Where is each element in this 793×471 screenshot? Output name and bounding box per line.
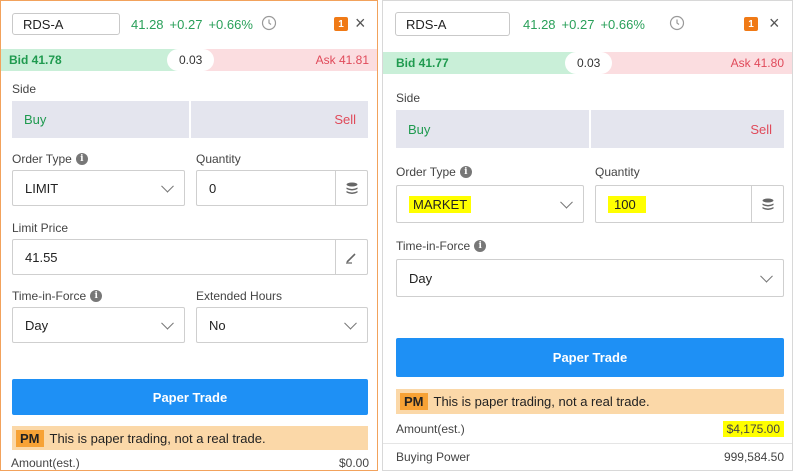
close-icon[interactable]: ×	[355, 14, 366, 32]
tif-label: Time-in-Force i	[396, 239, 487, 253]
tif-label: Time-in-Force i	[12, 289, 103, 303]
bid-ask-bar: Bid 41.77 Ask 41.80 0.03	[383, 52, 792, 74]
quantity-value: 100	[608, 195, 646, 213]
price-change: +0.27	[561, 17, 595, 32]
pm-badge: PM	[400, 393, 428, 410]
stack-icon[interactable]	[751, 186, 783, 222]
symbol-input[interactable]: RDS-A	[12, 13, 120, 35]
buying-power-value: 999,584.50	[723, 450, 784, 464]
chevron-down-icon	[344, 316, 357, 330]
divider	[383, 443, 792, 444]
chevron-down-icon	[161, 179, 174, 193]
paper-trading-notice-text: This is paper trading, not a real trade.	[49, 430, 266, 446]
amount-label: Amount(est.)	[11, 456, 80, 470]
sell-button[interactable]: Sell	[591, 110, 784, 148]
buy-button[interactable]: Buy	[12, 101, 189, 138]
chevron-down-icon	[760, 269, 773, 283]
order-type-label: Order Type i	[396, 165, 472, 179]
clock-icon[interactable]	[669, 15, 685, 31]
close-icon[interactable]: ×	[769, 14, 780, 32]
stack-icon[interactable]	[335, 171, 367, 205]
limit-price-value: 41.55	[25, 249, 58, 265]
order-type-select[interactable]: LIMIT	[12, 170, 185, 206]
spread-value: 0.03	[565, 52, 613, 74]
quantity-label: Quantity	[595, 165, 640, 179]
limit-price-input[interactable]: 41.55	[12, 239, 368, 275]
bid-ask-bar: Bid 41.78 Ask 41.81 0.03	[1, 49, 377, 71]
tif-value: Day	[409, 270, 433, 286]
paper-trading-notice: PM This is paper trading, not a real tra…	[12, 426, 368, 450]
edit-pencil-icon[interactable]	[335, 240, 367, 274]
side-label: Side	[396, 91, 421, 105]
pm-badge: PM	[16, 429, 44, 447]
buying-power-label: Buying Power	[396, 450, 471, 464]
tif-label-text: Time-in-Force	[12, 289, 87, 303]
order-type-select[interactable]: MARKET	[396, 185, 584, 223]
paper-trade-button[interactable]: Paper Trade	[12, 379, 368, 415]
extended-hours-value: No	[209, 317, 226, 333]
last-price: 41.28	[131, 17, 164, 32]
buying-power-row: Buying Power 999,584.50	[383, 445, 792, 469]
amount-value: $0.00	[338, 456, 369, 470]
amount-row: Amount(est.) $4,175.00	[383, 417, 792, 441]
order-type-label-text: Order Type	[396, 165, 456, 179]
ask-price[interactable]: Ask 41.80	[590, 52, 792, 74]
side-label: Side	[12, 82, 37, 96]
bid-price[interactable]: Bid 41.78	[1, 49, 189, 71]
order-badge-icon[interactable]: 1	[334, 17, 348, 31]
order-type-value: MARKET	[409, 195, 472, 213]
quantity-value: 0	[209, 180, 217, 196]
order-badge-icon[interactable]: 1	[744, 17, 758, 31]
tif-label-text: Time-in-Force	[396, 239, 471, 253]
ask-price[interactable]: Ask 41.81	[189, 49, 377, 71]
order-panel-left: RDS-A 41.28 +0.27 +0.66% 1 × Bid 41.78 A…	[0, 0, 378, 471]
price-change: +0.27	[169, 17, 203, 32]
tif-select[interactable]: Day	[12, 307, 185, 343]
info-icon[interactable]: i	[474, 240, 487, 252]
tif-value: Day	[25, 317, 49, 333]
panel-header: RDS-A 41.28 +0.27 +0.66% 1 ×	[383, 1, 792, 45]
symbol-input[interactable]: RDS-A	[395, 12, 510, 36]
quantity-input[interactable]: 100	[595, 185, 784, 223]
paper-trade-button[interactable]: Paper Trade	[396, 338, 784, 377]
amount-value: $4,175.00	[722, 421, 784, 437]
quantity-label: Quantity	[196, 152, 241, 166]
amount-row: Amount(est.) $0.00	[1, 454, 377, 470]
bid-price[interactable]: Bid 41.77	[383, 52, 590, 74]
quote-summary: 41.28 +0.27 +0.66%	[131, 17, 253, 32]
info-icon[interactable]: i	[90, 290, 103, 302]
paper-trading-notice-text: This is paper trading, not a real trade.	[433, 394, 650, 409]
extended-hours-select[interactable]: No	[196, 307, 368, 343]
clock-icon[interactable]	[261, 15, 277, 31]
quantity-input[interactable]: 0	[196, 170, 368, 206]
panel-header: RDS-A 41.28 +0.27 +0.66% 1 ×	[1, 1, 377, 45]
info-icon[interactable]: i	[75, 153, 88, 165]
price-change-pct: +0.66%	[600, 17, 645, 32]
chevron-down-icon	[560, 195, 573, 209]
limit-price-label: Limit Price	[12, 221, 69, 235]
order-panel-right: RDS-A 41.28 +0.27 +0.66% 1 × Bid 41.77 A…	[382, 0, 793, 471]
order-type-value: LIMIT	[25, 180, 59, 196]
sell-button[interactable]: Sell	[191, 101, 368, 138]
amount-label: Amount(est.)	[396, 422, 465, 436]
last-price: 41.28	[523, 17, 556, 32]
paper-trading-notice: PM This is paper trading, not a real tra…	[396, 389, 784, 414]
quote-summary: 41.28 +0.27 +0.66%	[523, 17, 645, 32]
order-type-label-text: Order Type	[12, 152, 72, 166]
buy-button[interactable]: Buy	[396, 110, 589, 148]
info-icon[interactable]: i	[459, 166, 472, 178]
price-change-pct: +0.66%	[208, 17, 253, 32]
tif-select[interactable]: Day	[396, 259, 784, 297]
extended-hours-label: Extended Hours	[196, 289, 283, 303]
order-type-label: Order Type i	[12, 152, 88, 166]
chevron-down-icon	[161, 316, 174, 330]
spread-value: 0.03	[167, 49, 215, 71]
